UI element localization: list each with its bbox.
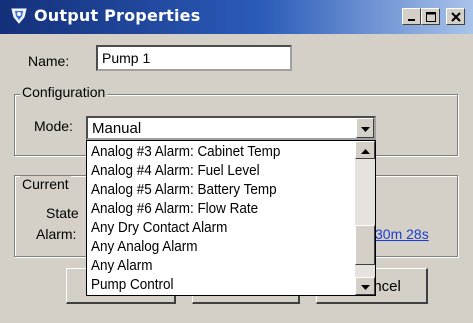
close-button[interactable] (446, 8, 465, 25)
scroll-up-button[interactable] (355, 141, 375, 159)
mode-dropdown-button[interactable] (356, 118, 374, 138)
close-icon (450, 11, 461, 22)
name-input[interactable] (96, 45, 292, 71)
mode-dropdown-list[interactable]: Analog #3 Alarm: Cabinet Temp Analog #4 A… (86, 140, 376, 296)
name-label: Name: (28, 53, 70, 69)
maximize-button[interactable] (421, 8, 440, 25)
dropdown-option[interactable]: Analog #4 Alarm: Fuel Level (91, 162, 260, 180)
dropdown-option[interactable]: Any Analog Alarm (91, 238, 197, 256)
mode-select[interactable]: Manual (86, 116, 376, 140)
scroll-down-button[interactable] (355, 277, 375, 295)
scroll-thumb[interactable] (355, 225, 375, 265)
dropdown-scrollbar[interactable] (355, 141, 375, 295)
state-label: State (46, 205, 79, 221)
title-bar[interactable]: Output Properties (0, 0, 473, 34)
output-properties-window: Output Properties Name: Configuration Mo… (0, 0, 473, 323)
alarm-label: Alarm: (36, 226, 77, 242)
chevron-down-icon (360, 278, 370, 294)
mode-label: Mode: (34, 118, 73, 134)
shield-icon (10, 7, 28, 25)
mode-selected-value: Manual (92, 120, 142, 137)
chevron-down-icon (360, 120, 370, 136)
window-title: Output Properties (34, 6, 201, 25)
dropdown-option[interactable]: Pump Control (91, 276, 173, 294)
dropdown-option[interactable]: Analog #5 Alarm: Battery Temp (91, 181, 277, 199)
dropdown-option[interactable]: Any Alarm (91, 257, 152, 275)
chevron-up-icon (360, 142, 370, 158)
alarm-time-link[interactable]: 30m 28s (375, 226, 429, 242)
dropdown-option[interactable]: Analog #3 Alarm: Cabinet Temp (91, 143, 280, 161)
dropdown-option[interactable]: Any Dry Contact Alarm (91, 219, 227, 237)
minimize-button[interactable] (402, 8, 421, 25)
minimize-icon (407, 12, 417, 22)
dropdown-option[interactable]: Analog #6 Alarm: Flow Rate (91, 200, 258, 218)
maximize-icon (425, 11, 436, 22)
current-group-title: Current (20, 176, 71, 192)
configuration-group-title: Configuration (20, 84, 108, 100)
